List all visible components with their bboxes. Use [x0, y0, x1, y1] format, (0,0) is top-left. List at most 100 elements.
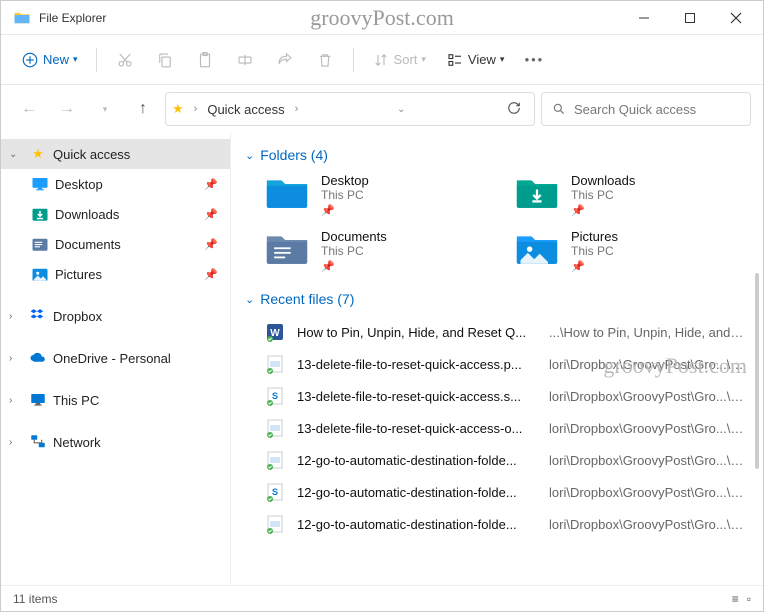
new-label: New	[43, 52, 69, 67]
sidebar-item-dropbox[interactable]: ›Dropbox	[1, 301, 230, 331]
folder-name: Pictures	[571, 229, 618, 244]
pin-icon: 📌	[571, 204, 635, 217]
folders-header[interactable]: ⌄ Folders (4)	[245, 147, 745, 163]
list-item[interactable]: 13-delete-file-to-reset-quick-access-o..…	[265, 413, 745, 443]
file-path: lori\Dropbox\GroovyPost\Gro...\images	[549, 453, 745, 468]
list-item[interactable]: S 13-delete-file-to-reset-quick-access.s.…	[265, 381, 745, 411]
up-button[interactable]: ↑	[127, 93, 159, 125]
sidebar-item-quickaccess[interactable]: ⌄ ★ Quick access	[1, 139, 230, 169]
recent-header[interactable]: ⌄ Recent files (7)	[245, 291, 745, 307]
pin-icon: 📌	[204, 268, 218, 281]
sidebar-item-label: Network	[53, 435, 101, 450]
chevron-down-icon[interactable]: ⌄	[9, 149, 23, 160]
sort-label: Sort	[394, 52, 418, 67]
copy-button[interactable]	[147, 43, 183, 77]
sidebar-item-network[interactable]: › Network	[1, 427, 230, 457]
chevron-right-icon: ›	[194, 103, 198, 115]
sidebar-item-pictures[interactable]: Pictures📌	[1, 259, 230, 289]
watermark: groovyPost.com	[310, 5, 454, 31]
file-icon: S	[265, 482, 285, 502]
folder-icon	[265, 173, 309, 211]
folder-name: Documents	[321, 229, 387, 244]
list-item[interactable]: 12-go-to-automatic-destination-folde... l…	[265, 445, 745, 475]
list-item[interactable]: W How to Pin, Unpin, Hide, and Reset Q...…	[265, 317, 745, 347]
sidebar-item-onedrive[interactable]: ›OneDrive - Personal	[1, 343, 230, 373]
list-item[interactable]: S 12-go-to-automatic-destination-folde...…	[265, 477, 745, 507]
status-bar: 11 items ≡ ▫	[1, 585, 763, 611]
chevron-right-icon[interactable]: ›	[9, 353, 23, 364]
back-button[interactable]: ←	[13, 93, 45, 125]
sidebar-item-thispc[interactable]: ›This PC	[1, 385, 230, 415]
paste-button[interactable]	[187, 43, 223, 77]
file-path: lori\Dropbox\GroovyPost\Gro...\images	[549, 485, 745, 500]
list-item[interactable]: 13-delete-file-to-reset-quick-access.p..…	[265, 349, 745, 379]
pin-icon: 📌	[571, 260, 618, 273]
more-button[interactable]: •••	[516, 43, 552, 77]
chevron-right-icon[interactable]: ›	[9, 311, 23, 322]
folder-location: This PC	[321, 244, 387, 258]
chevron-right-icon[interactable]: ›	[9, 395, 23, 406]
file-name: 12-go-to-automatic-destination-folde...	[297, 485, 537, 500]
sidebar-item-documents[interactable]: Documents📌	[1, 229, 230, 259]
folder-item[interactable]: DownloadsThis PC📌	[515, 173, 745, 217]
tiles-view-button[interactable]: ▫	[747, 592, 751, 606]
separator	[96, 48, 97, 72]
details-view-button[interactable]: ≡	[732, 592, 739, 606]
chevron-down-icon: ▾	[421, 54, 426, 65]
file-name: 13-delete-file-to-reset-quick-access.s..…	[297, 389, 537, 404]
folder-icon	[265, 229, 309, 267]
sidebar-item-downloads[interactable]: Downloads📌	[1, 199, 230, 229]
file-icon	[265, 354, 285, 374]
search-placeholder: Search Quick access	[574, 102, 696, 117]
dropbox-icon	[29, 307, 47, 325]
star-icon: ★	[29, 146, 47, 162]
sidebar-item-label: Desktop	[55, 177, 103, 192]
folder-icon	[515, 229, 559, 267]
rename-button[interactable]	[227, 43, 263, 77]
delete-button[interactable]	[307, 43, 343, 77]
folder-icon	[515, 173, 559, 211]
folder-item[interactable]: DesktopThis PC📌	[265, 173, 495, 217]
chevron-down-icon[interactable]: ⌄	[397, 104, 405, 115]
sort-button[interactable]: Sort ▾	[364, 43, 434, 77]
folder-item[interactable]: DocumentsThis PC📌	[265, 229, 495, 273]
sidebar: ⌄ ★ Quick access Desktop📌Downloads📌Docum…	[1, 133, 231, 585]
toolbar: New ▾ Sort ▾ View ▾ •••	[1, 35, 763, 85]
pin-icon: 📌	[204, 208, 218, 221]
share-button[interactable]	[267, 43, 303, 77]
new-button[interactable]: New ▾	[13, 43, 86, 77]
star-icon: ★	[172, 101, 184, 117]
file-icon: W	[265, 322, 285, 342]
maximize-button[interactable]	[667, 3, 713, 33]
view-button[interactable]: View ▾	[438, 43, 512, 77]
titlebar: File Explorer groovyPost.com	[1, 1, 763, 35]
search-input[interactable]: Search Quick access	[541, 92, 751, 126]
breadcrumb[interactable]: Quick access	[207, 102, 284, 117]
file-name: How to Pin, Unpin, Hide, and Reset Q...	[297, 325, 537, 340]
content: ⌄ ★ Quick access Desktop📌Downloads📌Docum…	[1, 133, 763, 585]
file-name: 12-go-to-automatic-destination-folde...	[297, 453, 537, 468]
list-item[interactable]: 12-go-to-automatic-destination-folde...l…	[265, 509, 745, 539]
minimize-button[interactable]	[621, 3, 667, 33]
file-path: lori\Dropbox\GroovyPost\Gro...\images	[549, 517, 745, 532]
documents-icon	[31, 235, 49, 253]
cut-button[interactable]	[107, 43, 143, 77]
address-bar[interactable]: ★ › Quick access › ⌄	[165, 92, 535, 126]
recent-dropdown[interactable]: ▾	[89, 93, 121, 125]
file-icon	[265, 418, 285, 438]
close-button[interactable]	[713, 3, 759, 33]
view-label: View	[468, 52, 496, 67]
folder-item[interactable]: PicturesThis PC 📌	[515, 229, 745, 273]
folder-name: Downloads	[571, 173, 635, 188]
folder-location: This PC	[571, 244, 618, 258]
pin-icon: 📌	[204, 178, 218, 191]
sidebar-item-desktop[interactable]: Desktop 📌	[1, 169, 230, 199]
refresh-button[interactable]	[500, 101, 528, 118]
forward-button[interactable]: →	[51, 93, 83, 125]
file-path: lori\Dropbox\GroovyPost\Gro...\images	[549, 357, 745, 372]
chevron-right-icon[interactable]: ›	[9, 437, 23, 448]
svg-text:S: S	[272, 391, 278, 401]
svg-text:S: S	[272, 487, 278, 497]
scrollbar[interactable]	[753, 273, 761, 553]
file-path: lori\Dropbox\GroovyPost\Gro...\images	[549, 421, 745, 436]
